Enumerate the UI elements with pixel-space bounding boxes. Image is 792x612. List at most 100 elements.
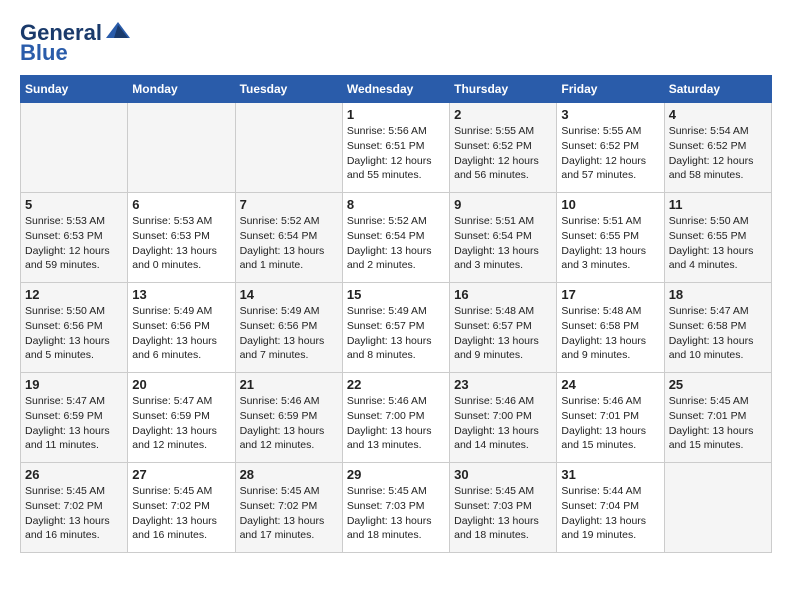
day-info: Sunrise: 5:45 AM Sunset: 7:03 PM Dayligh… <box>347 484 445 543</box>
day-info: Sunrise: 5:51 AM Sunset: 6:55 PM Dayligh… <box>561 214 659 273</box>
calendar-day-12: 12 Sunrise: 5:50 AM Sunset: 6:56 PM Dayli… <box>21 283 128 373</box>
calendar-day-29: 29 Sunrise: 5:45 AM Sunset: 7:03 PM Dayli… <box>342 463 449 553</box>
calendar-empty-cell <box>128 103 235 193</box>
day-info: Sunrise: 5:50 AM Sunset: 6:55 PM Dayligh… <box>669 214 767 273</box>
day-info: Sunrise: 5:45 AM Sunset: 7:03 PM Dayligh… <box>454 484 552 543</box>
calendar-day-8: 8 Sunrise: 5:52 AM Sunset: 6:54 PM Daylig… <box>342 193 449 283</box>
logo: General Blue <box>20 20 132 65</box>
day-number: 5 <box>25 197 123 212</box>
day-number: 13 <box>132 287 230 302</box>
day-info: Sunrise: 5:49 AM Sunset: 6:56 PM Dayligh… <box>132 304 230 363</box>
calendar-day-21: 21 Sunrise: 5:46 AM Sunset: 6:59 PM Dayli… <box>235 373 342 463</box>
calendar-day-16: 16 Sunrise: 5:48 AM Sunset: 6:57 PM Dayli… <box>450 283 557 373</box>
page-header: General Blue <box>20 20 772 65</box>
day-info: Sunrise: 5:46 AM Sunset: 7:00 PM Dayligh… <box>454 394 552 453</box>
calendar-day-27: 27Sunrise: 5:45 AM Sunset: 7:02 PM Dayli… <box>128 463 235 553</box>
day-number: 15 <box>347 287 445 302</box>
day-number: 31 <box>561 467 659 482</box>
day-number: 24 <box>561 377 659 392</box>
calendar-day-28: 28 Sunrise: 5:45 AM Sunset: 7:02 PM Dayli… <box>235 463 342 553</box>
day-info: Sunrise: 5:53 AM Sunset: 6:53 PM Dayligh… <box>25 214 123 273</box>
day-info: Sunrise: 5:54 AM Sunset: 6:52 PM Dayligh… <box>669 124 767 183</box>
day-number: 7 <box>240 197 338 212</box>
day-number: 14 <box>240 287 338 302</box>
calendar-day-6: 6Sunrise: 5:53 AM Sunset: 6:53 PM Daylig… <box>128 193 235 283</box>
day-info: Sunrise: 5:52 AM Sunset: 6:54 PM Dayligh… <box>240 214 338 273</box>
day-number: 28 <box>240 467 338 482</box>
day-number: 11 <box>669 197 767 212</box>
day-number: 1 <box>347 107 445 122</box>
calendar-day-3: 3Sunrise: 5:55 AM Sunset: 6:52 PM Daylig… <box>557 103 664 193</box>
day-number: 27 <box>132 467 230 482</box>
day-info: Sunrise: 5:48 AM Sunset: 6:58 PM Dayligh… <box>561 304 659 363</box>
day-number: 23 <box>454 377 552 392</box>
calendar-day-10: 10 Sunrise: 5:51 AM Sunset: 6:55 PM Dayli… <box>557 193 664 283</box>
calendar-day-17: 17Sunrise: 5:48 AM Sunset: 6:58 PM Dayli… <box>557 283 664 373</box>
day-info: Sunrise: 5:48 AM Sunset: 6:57 PM Dayligh… <box>454 304 552 363</box>
day-info: Sunrise: 5:49 AM Sunset: 6:56 PM Dayligh… <box>240 304 338 363</box>
day-number: 29 <box>347 467 445 482</box>
day-info: Sunrise: 5:46 AM Sunset: 6:59 PM Dayligh… <box>240 394 338 453</box>
calendar-week-row: 5 Sunrise: 5:53 AM Sunset: 6:53 PM Daylig… <box>21 193 772 283</box>
calendar-day-31: 31 Sunrise: 5:44 AM Sunset: 7:04 PM Dayli… <box>557 463 664 553</box>
calendar-day-24: 24 Sunrise: 5:46 AM Sunset: 7:01 PM Dayli… <box>557 373 664 463</box>
day-number: 25 <box>669 377 767 392</box>
calendar-day-22: 22Sunrise: 5:46 AM Sunset: 7:00 PM Dayli… <box>342 373 449 463</box>
day-number: 9 <box>454 197 552 212</box>
day-number: 16 <box>454 287 552 302</box>
weekday-header-tuesday: Tuesday <box>235 76 342 103</box>
day-number: 3 <box>561 107 659 122</box>
calendar-day-20: 20Sunrise: 5:47 AM Sunset: 6:59 PM Dayli… <box>128 373 235 463</box>
day-number: 19 <box>25 377 123 392</box>
logo-icon <box>104 20 132 40</box>
day-number: 10 <box>561 197 659 212</box>
calendar-day-23: 23 Sunrise: 5:46 AM Sunset: 7:00 PM Dayli… <box>450 373 557 463</box>
calendar-day-19: 19 Sunrise: 5:47 AM Sunset: 6:59 PM Dayli… <box>21 373 128 463</box>
day-number: 18 <box>669 287 767 302</box>
calendar-header-row: SundayMondayTuesdayWednesdayThursdayFrid… <box>21 76 772 103</box>
calendar-day-11: 11 Sunrise: 5:50 AM Sunset: 6:55 PM Dayli… <box>664 193 771 283</box>
weekday-header-sunday: Sunday <box>21 76 128 103</box>
calendar-table: SundayMondayTuesdayWednesdayThursdayFrid… <box>20 75 772 553</box>
day-info: Sunrise: 5:50 AM Sunset: 6:56 PM Dayligh… <box>25 304 123 363</box>
calendar-week-row: 19 Sunrise: 5:47 AM Sunset: 6:59 PM Dayli… <box>21 373 772 463</box>
calendar-week-row: 1Sunrise: 5:56 AM Sunset: 6:51 PM Daylig… <box>21 103 772 193</box>
day-info: Sunrise: 5:47 AM Sunset: 6:59 PM Dayligh… <box>132 394 230 453</box>
day-info: Sunrise: 5:52 AM Sunset: 6:54 PM Dayligh… <box>347 214 445 273</box>
weekday-header-thursday: Thursday <box>450 76 557 103</box>
weekday-header-wednesday: Wednesday <box>342 76 449 103</box>
day-info: Sunrise: 5:49 AM Sunset: 6:57 PM Dayligh… <box>347 304 445 363</box>
calendar-day-7: 7 Sunrise: 5:52 AM Sunset: 6:54 PM Daylig… <box>235 193 342 283</box>
day-info: Sunrise: 5:55 AM Sunset: 6:52 PM Dayligh… <box>454 124 552 183</box>
calendar-day-5: 5 Sunrise: 5:53 AM Sunset: 6:53 PM Daylig… <box>21 193 128 283</box>
day-info: Sunrise: 5:45 AM Sunset: 7:02 PM Dayligh… <box>240 484 338 543</box>
calendar-week-row: 26 Sunrise: 5:45 AM Sunset: 7:02 PM Dayli… <box>21 463 772 553</box>
day-number: 2 <box>454 107 552 122</box>
calendar-day-4: 4 Sunrise: 5:54 AM Sunset: 6:52 PM Daylig… <box>664 103 771 193</box>
day-info: Sunrise: 5:44 AM Sunset: 7:04 PM Dayligh… <box>561 484 659 543</box>
day-number: 22 <box>347 377 445 392</box>
logo-text: General Blue <box>20 20 132 65</box>
day-number: 21 <box>240 377 338 392</box>
day-info: Sunrise: 5:46 AM Sunset: 7:01 PM Dayligh… <box>561 394 659 453</box>
day-number: 26 <box>25 467 123 482</box>
weekday-header-saturday: Saturday <box>664 76 771 103</box>
day-number: 12 <box>25 287 123 302</box>
day-number: 4 <box>669 107 767 122</box>
calendar-day-30: 30 Sunrise: 5:45 AM Sunset: 7:03 PM Dayli… <box>450 463 557 553</box>
calendar-day-18: 18 Sunrise: 5:47 AM Sunset: 6:58 PM Dayli… <box>664 283 771 373</box>
day-number: 30 <box>454 467 552 482</box>
weekday-header-friday: Friday <box>557 76 664 103</box>
day-info: Sunrise: 5:47 AM Sunset: 6:58 PM Dayligh… <box>669 304 767 363</box>
day-info: Sunrise: 5:45 AM Sunset: 7:02 PM Dayligh… <box>25 484 123 543</box>
day-number: 8 <box>347 197 445 212</box>
day-info: Sunrise: 5:45 AM Sunset: 7:01 PM Dayligh… <box>669 394 767 453</box>
day-info: Sunrise: 5:47 AM Sunset: 6:59 PM Dayligh… <box>25 394 123 453</box>
calendar-day-14: 14 Sunrise: 5:49 AM Sunset: 6:56 PM Dayli… <box>235 283 342 373</box>
calendar-day-9: 9 Sunrise: 5:51 AM Sunset: 6:54 PM Daylig… <box>450 193 557 283</box>
calendar-day-26: 26 Sunrise: 5:45 AM Sunset: 7:02 PM Dayli… <box>21 463 128 553</box>
calendar-week-row: 12 Sunrise: 5:50 AM Sunset: 6:56 PM Dayli… <box>21 283 772 373</box>
day-info: Sunrise: 5:51 AM Sunset: 6:54 PM Dayligh… <box>454 214 552 273</box>
weekday-header-monday: Monday <box>128 76 235 103</box>
calendar-day-13: 13 Sunrise: 5:49 AM Sunset: 6:56 PM Dayli… <box>128 283 235 373</box>
